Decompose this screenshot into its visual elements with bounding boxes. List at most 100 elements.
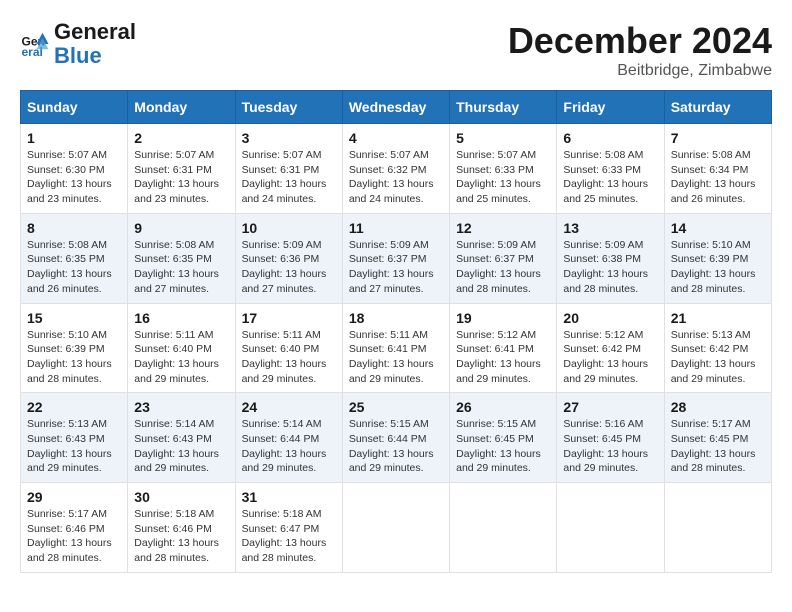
col-monday: Monday [128, 91, 235, 124]
logo-icon: Gen eral [20, 29, 50, 59]
calendar-week-row: 15Sunrise: 5:10 AMSunset: 6:39 PMDayligh… [21, 303, 772, 393]
day-info: Sunrise: 5:10 AMSunset: 6:39 PMDaylight:… [671, 238, 765, 297]
day-number: 31 [242, 489, 336, 505]
day-number: 10 [242, 220, 336, 236]
day-info: Sunrise: 5:09 AMSunset: 6:37 PMDaylight:… [456, 238, 550, 297]
table-row: 24 Sunrise: 5:14 AMSunset: 6:44 PMDayligh… [235, 393, 342, 483]
day-info: Sunrise: 5:18 AMSunset: 6:46 PMDaylight:… [134, 507, 228, 566]
table-row: 12 Sunrise: 5:09 AMSunset: 6:37 PMDayligh… [450, 213, 557, 303]
day-number: 17 [242, 310, 336, 326]
table-row [664, 483, 771, 573]
table-row: 29 Sunrise: 5:17 AMSunset: 6:46 PMDayligh… [21, 483, 128, 573]
table-row: 20 Sunrise: 5:12 AMSunset: 6:42 PMDayligh… [557, 303, 664, 393]
table-row: 28 Sunrise: 5:17 AMSunset: 6:45 PMDayligh… [664, 393, 771, 483]
day-number: 16 [134, 310, 228, 326]
table-row: 3 Sunrise: 5:07 AMSunset: 6:31 PMDaylight… [235, 124, 342, 214]
day-number: 27 [563, 399, 657, 415]
col-thursday: Thursday [450, 91, 557, 124]
table-row: 23Sunrise: 5:14 AMSunset: 6:43 PMDayligh… [128, 393, 235, 483]
day-number: 30 [134, 489, 228, 505]
table-row [342, 483, 449, 573]
day-number: 11 [349, 220, 443, 236]
table-row: 13 Sunrise: 5:09 AMSunset: 6:38 PMDayligh… [557, 213, 664, 303]
day-number: 7 [671, 130, 765, 146]
table-row: 4Sunrise: 5:07 AMSunset: 6:32 PMDaylight… [342, 124, 449, 214]
table-row: 1 Sunrise: 5:07 AMSunset: 6:30 PMDaylight… [21, 124, 128, 214]
day-info: Sunrise: 5:09 AMSunset: 6:38 PMDaylight:… [563, 238, 657, 297]
day-info: Sunrise: 5:14 AMSunset: 6:44 PMDaylight:… [242, 417, 336, 476]
day-info: Sunrise: 5:15 AMSunset: 6:45 PMDaylight:… [456, 417, 550, 476]
table-row [557, 483, 664, 573]
table-row: 15Sunrise: 5:10 AMSunset: 6:39 PMDayligh… [21, 303, 128, 393]
day-number: 21 [671, 310, 765, 326]
col-sunday: Sunday [21, 91, 128, 124]
table-row: 14 Sunrise: 5:10 AMSunset: 6:39 PMDayligh… [664, 213, 771, 303]
table-row: 5 Sunrise: 5:07 AMSunset: 6:33 PMDaylight… [450, 124, 557, 214]
table-row: 27 Sunrise: 5:16 AMSunset: 6:45 PMDayligh… [557, 393, 664, 483]
day-number: 28 [671, 399, 765, 415]
table-row: 18Sunrise: 5:11 AMSunset: 6:41 PMDayligh… [342, 303, 449, 393]
col-wednesday: Wednesday [342, 91, 449, 124]
location: Beitbridge, Zimbabwe [508, 62, 772, 80]
day-info: Sunrise: 5:17 AMSunset: 6:46 PMDaylight:… [27, 507, 121, 566]
day-number: 14 [671, 220, 765, 236]
day-info: Sunrise: 5:08 AMSunset: 6:35 PMDaylight:… [27, 238, 121, 297]
table-row: 31 Sunrise: 5:18 AMSunset: 6:47 PMDayligh… [235, 483, 342, 573]
day-number: 13 [563, 220, 657, 236]
title-area: December 2024 Beitbridge, Zimbabwe [508, 20, 772, 80]
day-info: Sunrise: 5:07 AMSunset: 6:31 PMDaylight:… [242, 148, 336, 207]
table-row [450, 483, 557, 573]
col-saturday: Saturday [664, 91, 771, 124]
table-row: 26 Sunrise: 5:15 AMSunset: 6:45 PMDayligh… [450, 393, 557, 483]
day-info: Sunrise: 5:12 AMSunset: 6:42 PMDaylight:… [563, 328, 657, 387]
day-number: 1 [27, 130, 121, 146]
calendar-table: Sunday Monday Tuesday Wednesday Thursday… [20, 90, 772, 573]
col-tuesday: Tuesday [235, 91, 342, 124]
day-info: Sunrise: 5:11 AMSunset: 6:40 PMDaylight:… [134, 328, 228, 387]
day-number: 4 [349, 130, 443, 146]
col-friday: Friday [557, 91, 664, 124]
day-info: Sunrise: 5:15 AMSunset: 6:44 PMDaylight:… [349, 417, 443, 476]
table-row: 9 Sunrise: 5:08 AMSunset: 6:35 PMDaylight… [128, 213, 235, 303]
table-row: 11 Sunrise: 5:09 AMSunset: 6:37 PMDayligh… [342, 213, 449, 303]
calendar-week-row: 22 Sunrise: 5:13 AMSunset: 6:43 PMDayligh… [21, 393, 772, 483]
day-info: Sunrise: 5:14 AMSunset: 6:43 PMDaylight:… [134, 417, 228, 476]
day-info: Sunrise: 5:07 AMSunset: 6:31 PMDaylight:… [134, 148, 228, 207]
day-info: Sunrise: 5:07 AMSunset: 6:33 PMDaylight:… [456, 148, 550, 207]
table-row: 22 Sunrise: 5:13 AMSunset: 6:43 PMDayligh… [21, 393, 128, 483]
day-number: 12 [456, 220, 550, 236]
day-number: 19 [456, 310, 550, 326]
table-row: 8Sunrise: 5:08 AMSunset: 6:35 PMDaylight… [21, 213, 128, 303]
day-info: Sunrise: 5:13 AMSunset: 6:43 PMDaylight:… [27, 417, 121, 476]
day-number: 20 [563, 310, 657, 326]
day-number: 3 [242, 130, 336, 146]
day-info: Sunrise: 5:11 AMSunset: 6:41 PMDaylight:… [349, 328, 443, 387]
day-number: 5 [456, 130, 550, 146]
day-number: 24 [242, 399, 336, 415]
day-number: 22 [27, 399, 121, 415]
day-info: Sunrise: 5:09 AMSunset: 6:37 PMDaylight:… [349, 238, 443, 297]
day-info: Sunrise: 5:07 AMSunset: 6:30 PMDaylight:… [27, 148, 121, 207]
table-row: 16 Sunrise: 5:11 AMSunset: 6:40 PMDayligh… [128, 303, 235, 393]
logo-text: General Blue [54, 20, 136, 68]
day-info: Sunrise: 5:08 AMSunset: 6:35 PMDaylight:… [134, 238, 228, 297]
day-info: Sunrise: 5:18 AMSunset: 6:47 PMDaylight:… [242, 507, 336, 566]
day-number: 15 [27, 310, 121, 326]
table-row: 30 Sunrise: 5:18 AMSunset: 6:46 PMDayligh… [128, 483, 235, 573]
day-info: Sunrise: 5:17 AMSunset: 6:45 PMDaylight:… [671, 417, 765, 476]
day-info: Sunrise: 5:08 AMSunset: 6:34 PMDaylight:… [671, 148, 765, 207]
table-row: 2 Sunrise: 5:07 AMSunset: 6:31 PMDaylight… [128, 124, 235, 214]
day-info: Sunrise: 5:11 AMSunset: 6:40 PMDaylight:… [242, 328, 336, 387]
day-number: 26 [456, 399, 550, 415]
calendar-week-row: 29 Sunrise: 5:17 AMSunset: 6:46 PMDayligh… [21, 483, 772, 573]
day-number: 2 [134, 130, 228, 146]
calendar-header-row: Sunday Monday Tuesday Wednesday Thursday… [21, 91, 772, 124]
table-row: 17 Sunrise: 5:11 AMSunset: 6:40 PMDayligh… [235, 303, 342, 393]
day-number: 9 [134, 220, 228, 236]
day-info: Sunrise: 5:12 AMSunset: 6:41 PMDaylight:… [456, 328, 550, 387]
day-info: Sunrise: 5:16 AMSunset: 6:45 PMDaylight:… [563, 417, 657, 476]
calendar-week-row: 1 Sunrise: 5:07 AMSunset: 6:30 PMDaylight… [21, 124, 772, 214]
table-row: 21Sunrise: 5:13 AMSunset: 6:42 PMDayligh… [664, 303, 771, 393]
logo: Gen eral General Blue [20, 20, 136, 68]
day-number: 29 [27, 489, 121, 505]
